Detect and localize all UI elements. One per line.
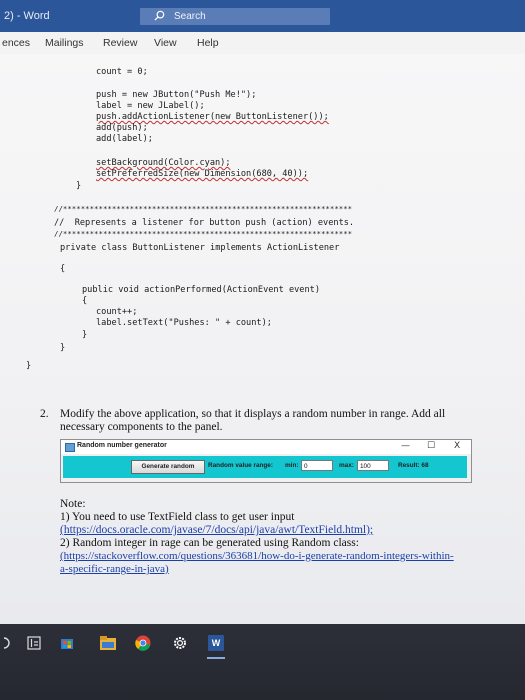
question-text: necessary components to the panel. <box>60 421 223 433</box>
code-line: //**************************************… <box>54 229 353 238</box>
settings-icon[interactable] <box>172 635 188 651</box>
result-label: Result: 68 <box>398 462 429 469</box>
question-number: 2. <box>40 408 49 420</box>
windows-taskbar: W <box>0 624 525 700</box>
search-icon[interactable] <box>154 10 165 21</box>
code-line: { <box>60 264 66 274</box>
code-line: count++; <box>96 307 138 317</box>
minimize-icon[interactable]: — <box>401 441 410 451</box>
word-icon[interactable]: W <box>208 635 224 651</box>
chrome-icon[interactable] <box>135 635 151 651</box>
code-line: //**************************************… <box>54 204 353 213</box>
code-line: { <box>82 296 88 306</box>
code-line: } <box>76 181 82 191</box>
window-title: Random number generator <box>77 442 167 449</box>
code-line: public void actionPerformed(ActionEvent … <box>82 285 320 295</box>
note-link[interactable]: (https://docs.oracle.com/javase/7/docs/a… <box>60 524 373 536</box>
code-line: label.setText("Pushes: " + count); <box>96 318 272 328</box>
store-icon[interactable] <box>60 636 74 650</box>
question-text: Modify the above application, so that it… <box>60 408 446 420</box>
code-line: // Represents a listener for button push… <box>54 218 355 228</box>
window-title-bar: Random number generator — ☐ X <box>61 440 471 454</box>
note-link[interactable]: (https://stackoverflow.com/questions/363… <box>60 550 454 562</box>
tab-references[interactable]: ences <box>2 37 30 49</box>
note-link[interactable]: a-specific-range-in-java) <box>60 563 169 575</box>
task-view-icon[interactable] <box>27 636 41 650</box>
note-heading: Note: <box>60 498 86 510</box>
code-line: label = new JLabel(); <box>96 101 205 111</box>
random-number-generator-window: Random number generator — ☐ X Generate r… <box>60 439 472 483</box>
max-input[interactable]: 100 <box>357 460 389 471</box>
generate-random-button[interactable]: Generate random <box>131 460 205 474</box>
note-text: 2) Random integer in rage can be generat… <box>60 537 359 549</box>
max-label: max: <box>339 462 354 469</box>
tab-view[interactable]: View <box>154 37 177 49</box>
code-line: setPreferredSize(new Dimension(680, 40))… <box>96 169 309 179</box>
active-app-indicator <box>207 657 225 659</box>
maximize-icon[interactable]: ☐ <box>427 441 435 451</box>
code-line: setBackground(Color.cyan); <box>96 158 231 168</box>
document-page[interactable]: count = 0; push = new JButton("Push Me!"… <box>0 54 525 624</box>
range-label: Random value range: <box>208 462 273 469</box>
search-label[interactable]: Search <box>174 11 206 22</box>
tab-mailings[interactable]: Mailings <box>45 37 84 49</box>
min-input[interactable]: 0 <box>301 460 333 471</box>
code-line: push = new JButton("Push Me!"); <box>96 90 257 100</box>
word-title-bar: 2) - Word Search <box>0 0 525 32</box>
note-text: 1) You need to use TextField class to ge… <box>60 511 295 523</box>
cyan-panel: Generate random Random value range: min:… <box>63 456 467 478</box>
code-line: push.addActionListener(new ButtonListene… <box>96 112 329 122</box>
document-title: 2) - Word <box>4 10 50 22</box>
min-label: min: <box>285 462 299 469</box>
file-explorer-icon[interactable] <box>100 636 116 650</box>
back-icon[interactable] <box>4 637 14 649</box>
code-line: add(label); <box>96 134 153 144</box>
code-line: } <box>60 343 66 353</box>
code-line: } <box>82 330 88 340</box>
java-app-icon <box>65 443 75 452</box>
tab-help[interactable]: Help <box>197 37 219 49</box>
search-box[interactable] <box>140 8 330 25</box>
tab-review[interactable]: Review <box>103 37 137 49</box>
close-icon[interactable]: X <box>454 441 460 451</box>
code-line: } <box>26 361 32 371</box>
code-line: private class ButtonListener implements … <box>60 243 340 253</box>
code-line: count = 0; <box>96 67 148 77</box>
code-line: add(push); <box>96 123 148 133</box>
